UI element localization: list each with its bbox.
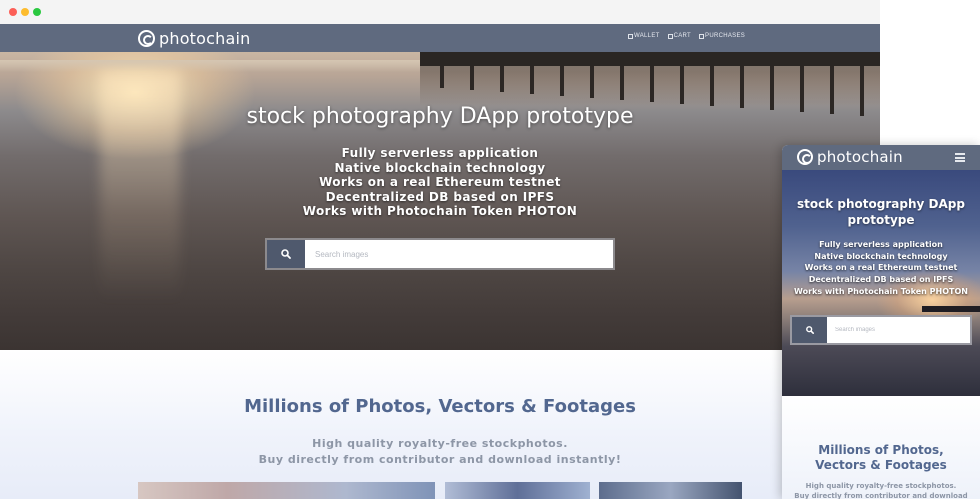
- maximize-window-button[interactable]: [33, 8, 41, 16]
- hero-pier: [420, 52, 880, 66]
- pier-post: [740, 66, 744, 108]
- section-subtitle-line: High quality royalty-free stockphotos.: [312, 437, 568, 450]
- feature-item: Fully serverless application: [819, 240, 943, 249]
- pier-post: [590, 66, 594, 98]
- mobile-intro-section: Millions of Photos, Vectors & Footages H…: [782, 396, 980, 499]
- feature-item: Decentralized DB based on IPFS: [808, 275, 954, 285]
- pier-post: [560, 66, 564, 96]
- menu-icon[interactable]: [955, 153, 965, 162]
- section-subtitle-line: Buy directly from contributor and downlo…: [794, 492, 968, 499]
- section-subtitle: High quality royalty-free stockphotos. B…: [0, 436, 880, 468]
- pier-post: [530, 66, 534, 94]
- mobile-search-input[interactable]: [827, 317, 970, 343]
- nav-links: WALLET CART PURCHASES: [628, 33, 745, 39]
- mobile-search-button[interactable]: [792, 317, 827, 343]
- pier-post: [680, 66, 684, 104]
- nav-link-cart-label: CART: [673, 33, 692, 39]
- mobile-hero-pier: [922, 306, 980, 312]
- close-window-button[interactable]: [9, 8, 17, 16]
- feature-item: Fully serverless application: [341, 146, 539, 160]
- mobile-image-search-bar: [790, 315, 972, 345]
- hero-banner: stock photography DApp prototype Fully s…: [0, 52, 880, 350]
- mobile-brand-logo[interactable]: photochain: [797, 148, 903, 166]
- photo-thumbnail[interactable]: [445, 482, 590, 499]
- feature-item: Native blockchain technology: [814, 251, 948, 261]
- pier-post: [650, 66, 654, 102]
- photo-thumbnail[interactable]: [138, 482, 435, 499]
- photochain-logo-icon: [138, 29, 155, 47]
- section-subtitle-line: High quality royalty-free stockphotos.: [805, 482, 957, 490]
- mobile-navbar: photochain: [782, 145, 980, 170]
- pier-post: [440, 66, 444, 88]
- pier-post: [710, 66, 714, 106]
- nav-link-wallet[interactable]: WALLET: [628, 33, 660, 39]
- mobile-hero-banner: stock photography DApp prototype Fully s…: [782, 170, 980, 396]
- mobile-section-subtitle: High quality royalty-free stockphotos. B…: [782, 481, 980, 499]
- pier-post: [470, 66, 474, 90]
- hero-title: stock photography DApp prototype: [246, 104, 634, 129]
- mobile-view: photochain stock photography DApp protot…: [782, 145, 980, 499]
- minimize-window-button[interactable]: [21, 8, 29, 16]
- mobile-section-title: Millions of Photos, Vectors & Footages: [815, 443, 947, 472]
- feature-item: Decentralized DB based on IPFS: [325, 189, 555, 204]
- purchases-icon: [699, 33, 705, 39]
- mobile-feature-list: Fully serverless application Native bloc…: [782, 239, 980, 298]
- brand-logo[interactable]: photochain: [138, 28, 250, 48]
- desktop-view: photochain WALLET CART PURCHASES stock p…: [0, 0, 880, 499]
- mobile-brand-name: photochain: [817, 148, 903, 166]
- mobile-hero-title: stock photography DApp prototype: [797, 197, 965, 227]
- photo-thumbnail[interactable]: [599, 482, 742, 499]
- section-subtitle-line: Buy directly from contributor and downlo…: [258, 453, 622, 466]
- feature-item: Works on a real Ethereum testnet: [804, 263, 958, 273]
- nav-link-cart[interactable]: CART: [667, 33, 692, 39]
- browser-chrome: [0, 0, 880, 24]
- image-search-bar: [265, 238, 615, 270]
- feature-item: Works on a real Ethereum testnet: [319, 175, 561, 189]
- section-title: Millions of Photos, Vectors & Footages: [244, 396, 636, 417]
- feature-item: Works with Photochain Token PHOTON: [794, 286, 968, 296]
- search-input[interactable]: [305, 240, 613, 268]
- nav-link-purchases-label: PURCHASES: [705, 33, 746, 39]
- nav-link-purchases[interactable]: PURCHASES: [699, 33, 745, 39]
- pier-post: [500, 66, 504, 92]
- search-icon: [805, 326, 814, 334]
- feature-list: Fully serverless application Native bloc…: [0, 146, 880, 219]
- top-navbar: photochain WALLET CART PURCHASES: [0, 24, 880, 52]
- search-icon: [281, 249, 291, 259]
- feature-item: Native blockchain technology: [334, 160, 546, 175]
- search-button[interactable]: [267, 240, 305, 268]
- photochain-logo-icon: [797, 149, 813, 165]
- wallet-icon: [628, 33, 633, 39]
- nav-link-wallet-label: WALLET: [634, 33, 660, 39]
- pier-post: [620, 66, 624, 100]
- intro-section: Millions of Photos, Vectors & Footages H…: [0, 350, 880, 499]
- feature-item: Works with Photochain Token PHOTON: [302, 204, 578, 218]
- cart-icon: [667, 33, 673, 39]
- brand-name: photochain: [159, 28, 251, 48]
